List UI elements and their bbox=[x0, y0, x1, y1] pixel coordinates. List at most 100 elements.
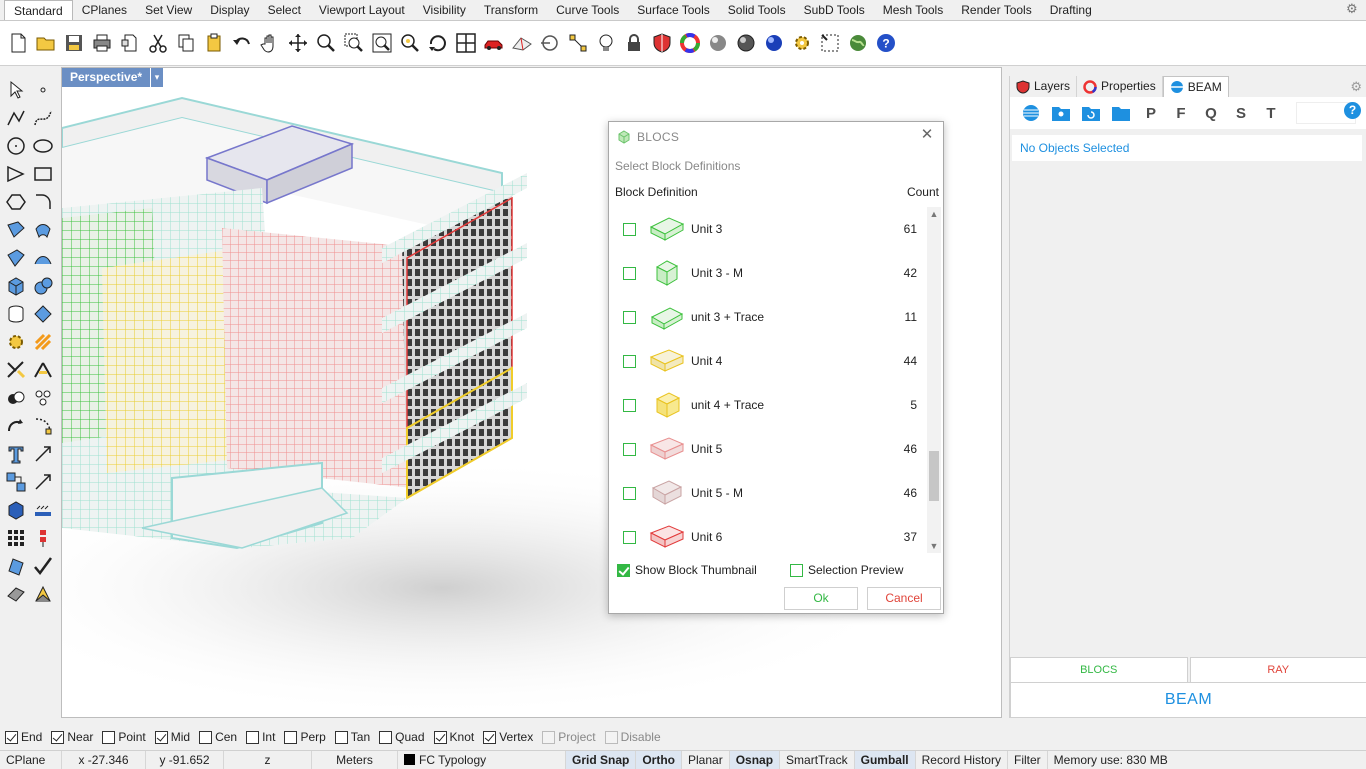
zoom-window-icon[interactable] bbox=[340, 29, 368, 57]
status-gumball[interactable]: Gumball bbox=[855, 751, 916, 769]
tab-render-tools[interactable]: Render Tools bbox=[952, 0, 1041, 20]
array-curve-icon[interactable] bbox=[29, 412, 56, 440]
analyze-icon[interactable] bbox=[2, 580, 29, 608]
paste-icon[interactable] bbox=[200, 29, 228, 57]
tab-select[interactable]: Select bbox=[259, 0, 310, 20]
tab-standard[interactable]: Standard bbox=[4, 0, 73, 20]
rectangle-icon[interactable] bbox=[29, 160, 56, 188]
layout-icon[interactable] bbox=[29, 524, 56, 552]
scroll-down-icon[interactable]: ▼ bbox=[927, 539, 941, 553]
list-item[interactable]: unit 3 + Trace 11 bbox=[609, 295, 927, 339]
grid-array-icon[interactable] bbox=[2, 524, 29, 552]
rotate-icon[interactable] bbox=[2, 412, 29, 440]
list-scrollbar[interactable]: ▲ ▼ bbox=[927, 207, 941, 553]
viewport-dropdown-icon[interactable]: ▾ bbox=[151, 68, 163, 87]
osnap-near[interactable]: Near bbox=[51, 730, 93, 744]
status-units[interactable]: Meters bbox=[312, 751, 398, 769]
scroll-thumb[interactable] bbox=[929, 451, 939, 501]
row-checkbox[interactable] bbox=[623, 399, 636, 412]
show-thumbnail-option[interactable]: Show Block Thumbnail bbox=[617, 563, 757, 577]
dimension-icon[interactable] bbox=[29, 440, 56, 468]
extrude-curve-icon[interactable] bbox=[29, 216, 56, 244]
tab-set-view[interactable]: Set View bbox=[136, 0, 201, 20]
tab-visibility[interactable]: Visibility bbox=[414, 0, 475, 20]
osnap-project[interactable]: Project bbox=[542, 730, 595, 744]
beam-refresh-folder-icon[interactable] bbox=[1076, 102, 1106, 124]
cancel-button[interactable]: Cancel bbox=[867, 587, 941, 610]
tab-beam[interactable]: BEAM bbox=[1163, 76, 1229, 97]
zoom-extents-icon[interactable] bbox=[368, 29, 396, 57]
sphere-icon[interactable] bbox=[29, 272, 56, 300]
print-icon[interactable] bbox=[88, 29, 116, 57]
beam-q-button[interactable]: Q bbox=[1196, 102, 1226, 124]
undo-icon[interactable] bbox=[228, 29, 256, 57]
pan-hand-icon[interactable] bbox=[256, 29, 284, 57]
group-icon[interactable] bbox=[29, 384, 56, 412]
beam-user-folder-icon[interactable] bbox=[1046, 102, 1076, 124]
osnap-cen[interactable]: Cen bbox=[199, 730, 237, 744]
block-icon[interactable] bbox=[2, 468, 29, 496]
row-checkbox[interactable] bbox=[623, 223, 636, 236]
mesh-box-icon[interactable] bbox=[2, 496, 29, 524]
beam-folder-icon[interactable] bbox=[1106, 102, 1136, 124]
layer-shield-icon[interactable] bbox=[648, 29, 676, 57]
color-wheel-icon[interactable] bbox=[676, 29, 704, 57]
box-icon[interactable] bbox=[2, 272, 29, 300]
loft-icon[interactable] bbox=[29, 244, 56, 272]
osnap-perp[interactable]: Perp bbox=[284, 730, 325, 744]
tab-mesh-tools[interactable]: Mesh Tools bbox=[874, 0, 952, 20]
beam-t-button[interactable]: T bbox=[1256, 102, 1286, 124]
list-item[interactable]: Unit 3 61 bbox=[609, 207, 927, 251]
list-item[interactable]: Unit 4 44 bbox=[609, 339, 927, 383]
solid-edit-icon[interactable] bbox=[29, 300, 56, 328]
beam-sphere-icon[interactable] bbox=[1016, 102, 1046, 124]
zoom-icon[interactable] bbox=[312, 29, 340, 57]
point-icon[interactable] bbox=[29, 76, 56, 104]
osnap-end[interactable]: End bbox=[5, 730, 42, 744]
scroll-up-icon[interactable]: ▲ bbox=[927, 207, 941, 221]
tab-properties[interactable]: Properties bbox=[1077, 76, 1163, 97]
import-icon[interactable] bbox=[116, 29, 144, 57]
list-item[interactable]: Unit 5 46 bbox=[609, 427, 927, 471]
boolean-icon[interactable] bbox=[2, 384, 29, 412]
polyline-icon[interactable] bbox=[2, 104, 29, 132]
render-icon[interactable] bbox=[29, 580, 56, 608]
tab-cplanes[interactable]: CPlanes bbox=[73, 0, 136, 20]
globe-icon[interactable] bbox=[844, 29, 872, 57]
selection-preview-checkbox[interactable] bbox=[790, 564, 803, 577]
row-checkbox[interactable] bbox=[623, 311, 636, 324]
point-osnap-icon[interactable] bbox=[564, 29, 592, 57]
text-icon[interactable] bbox=[2, 440, 29, 468]
copy-icon[interactable] bbox=[172, 29, 200, 57]
tab-display[interactable]: Display bbox=[201, 0, 258, 20]
cplane-icon[interactable] bbox=[2, 552, 29, 580]
sphere-shaded-icon[interactable] bbox=[732, 29, 760, 57]
dialog-close-icon[interactable]: ✕ bbox=[920, 128, 934, 142]
list-item[interactable]: Unit 5 - M 46 bbox=[609, 471, 927, 515]
polygon-icon[interactable] bbox=[2, 188, 29, 216]
split-icon[interactable] bbox=[2, 356, 29, 384]
row-checkbox[interactable] bbox=[623, 355, 636, 368]
tab-solid-tools[interactable]: Solid Tools bbox=[719, 0, 795, 20]
save-icon[interactable] bbox=[60, 29, 88, 57]
circle-target-icon[interactable] bbox=[536, 29, 564, 57]
blocs-button[interactable]: BLOCS bbox=[1010, 657, 1188, 683]
sphere-blue-icon[interactable] bbox=[760, 29, 788, 57]
surface-icon[interactable] bbox=[2, 216, 29, 244]
osnap-tan[interactable]: Tan bbox=[335, 730, 370, 744]
beam-p-button[interactable]: P bbox=[1136, 102, 1166, 124]
panel-settings-icon[interactable]: ⚙ bbox=[1350, 79, 1362, 95]
toolbar-settings-icon[interactable]: ⚙ bbox=[1346, 2, 1360, 16]
beam-f-button[interactable]: F bbox=[1166, 102, 1196, 124]
four-viewports-icon[interactable] bbox=[452, 29, 480, 57]
ok-button[interactable]: Ok bbox=[784, 587, 858, 610]
row-checkbox[interactable] bbox=[623, 267, 636, 280]
move-icon[interactable] bbox=[284, 29, 312, 57]
trim-icon[interactable] bbox=[29, 356, 56, 384]
ellipse-icon[interactable] bbox=[29, 132, 56, 160]
list-item[interactable]: Unit 3 - M 42 bbox=[609, 251, 927, 295]
viewport-name[interactable]: Perspective* bbox=[62, 68, 150, 87]
status-record-history[interactable]: Record History bbox=[916, 751, 1008, 769]
car-icon[interactable] bbox=[480, 29, 508, 57]
sphere-gray-icon[interactable] bbox=[704, 29, 732, 57]
